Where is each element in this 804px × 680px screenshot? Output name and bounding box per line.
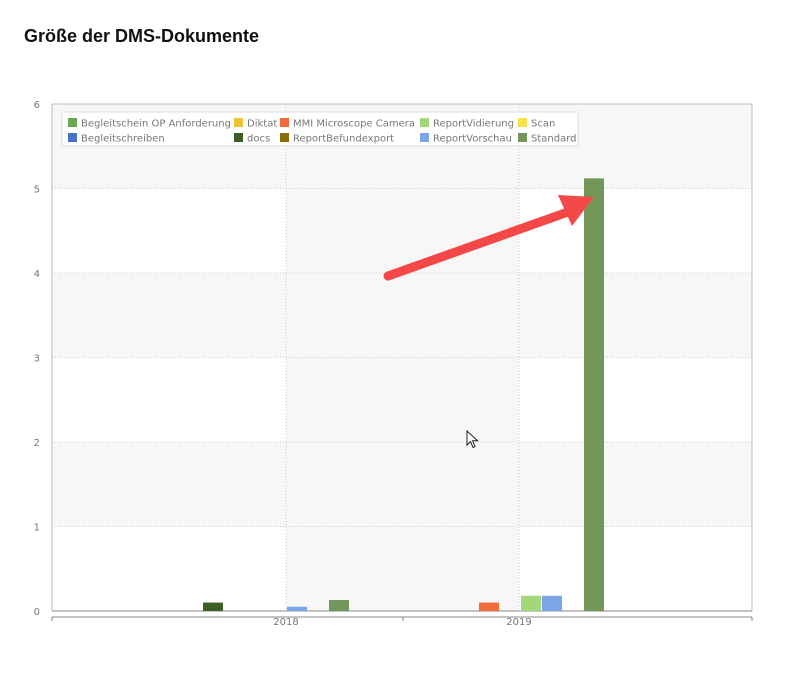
bar-standard-2019	[584, 178, 604, 612]
legend-item-label: docs	[247, 134, 270, 145]
y-tick-label: 0	[34, 607, 40, 618]
legend-item-label: ReportVidierung	[433, 119, 514, 130]
legend-item-label: MMI Microscope Camera	[293, 119, 415, 130]
legend-item-label: ReportVorschau	[433, 134, 512, 145]
y-tick-label: 6	[34, 100, 40, 111]
legend-swatch	[68, 133, 77, 142]
legend: Begleitschein OP Anforderung Begleitschre…	[61, 111, 579, 147]
legend-swatch	[518, 133, 527, 142]
bar-docs-2018	[203, 602, 223, 611]
legend-swatch	[420, 118, 429, 127]
legend-item-label: Standard	[531, 134, 577, 145]
mouse-cursor-icon	[466, 430, 479, 449]
y-tick-label: 5	[34, 185, 40, 196]
legend-swatch	[420, 133, 429, 142]
legend-swatch	[234, 118, 243, 127]
y-tick-label: 4	[34, 269, 40, 280]
x-tick-label: 2018	[273, 617, 298, 628]
bar-chart: 0 1 2 3 4 5 6 2018 2019 Begleitschein OP Anforde…	[34, 100, 753, 628]
x-tick-label: 2019	[506, 617, 531, 628]
legend-swatch	[518, 118, 527, 127]
bar-reportvorschau-2018	[287, 606, 307, 611]
legend-swatch	[68, 118, 77, 127]
bar-mmi-microscope-camera-2019	[479, 602, 499, 611]
bar-reportvidierung-2019	[521, 595, 541, 611]
legend-item-label: ReportBefundexport	[293, 134, 394, 145]
legend-swatch	[234, 133, 243, 142]
y-tick-label: 3	[34, 354, 40, 365]
legend-swatch	[280, 133, 289, 142]
y-tick-label: 1	[34, 523, 40, 534]
legend-item-label: Begleitschreiben	[81, 134, 165, 145]
legend-item-label: Diktat	[247, 119, 277, 130]
y-tick-label: 2	[34, 438, 40, 449]
legend-item-label: Scan	[531, 119, 555, 130]
bar-standard-2018	[329, 600, 349, 611]
bar-reportvorschau-2019	[542, 595, 562, 611]
legend-swatch	[280, 118, 289, 127]
legend-item-label: Begleitschein OP Anforderung	[81, 119, 231, 130]
